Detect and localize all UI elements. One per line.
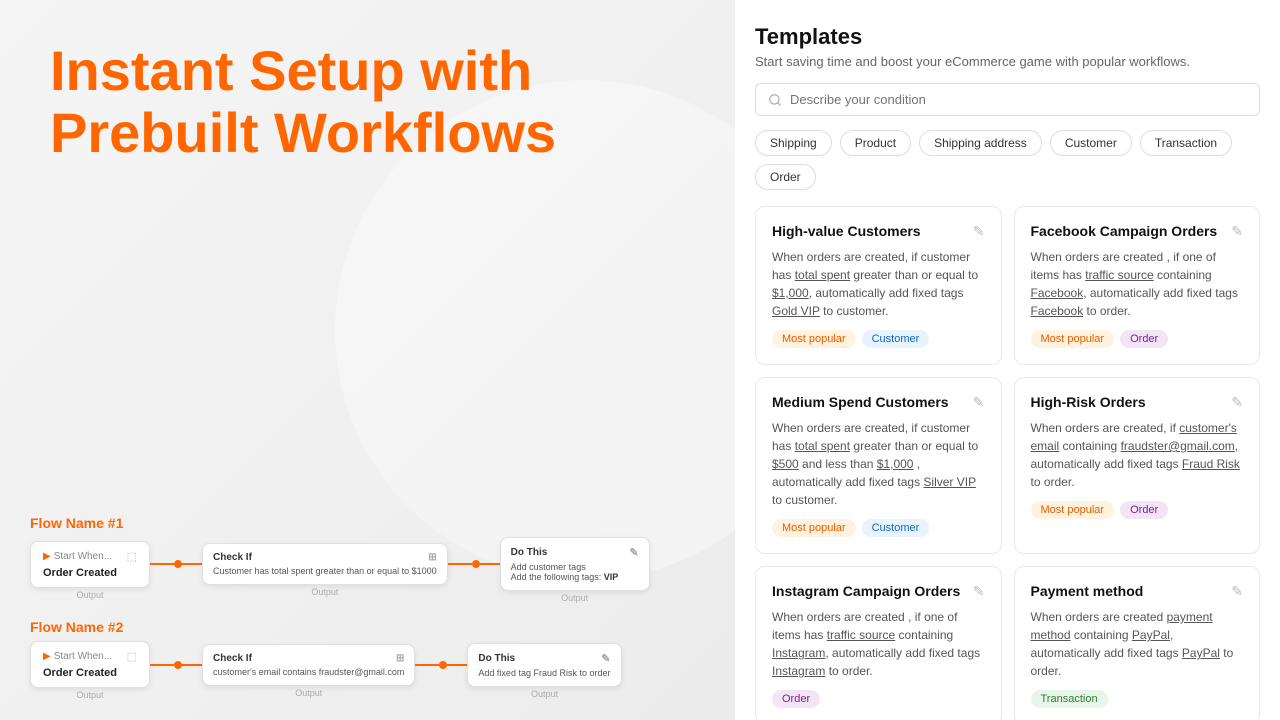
card-medium-spend-edit-icon[interactable]: ✎ xyxy=(973,394,985,411)
search-icon xyxy=(768,93,782,107)
flow-1-start-node: ▶Start When... ⬚ Order Created xyxy=(30,541,150,588)
templates-subtitle: Start saving time and boost your eCommer… xyxy=(755,54,1260,69)
card-payment-title: Payment method xyxy=(1031,583,1232,599)
headline: Instant Setup with Prebuilt Workflows xyxy=(50,40,630,163)
right-panel: Templates Start saving time and boost yo… xyxy=(735,0,1280,720)
tag-customer: Customer xyxy=(862,519,930,537)
card-facebook-desc: When orders are created , if one of item… xyxy=(1031,248,1244,320)
flow-1-diagram: ▶Start When... ⬚ Order Created Output xyxy=(30,537,715,603)
card-high-value-edit-icon[interactable]: ✎ xyxy=(973,223,985,240)
tag-most-popular: Most popular xyxy=(1031,501,1115,519)
card-medium-spend-tags: Most popular Customer xyxy=(772,519,985,537)
tag-transaction: Transaction xyxy=(1031,690,1108,708)
card-instagram-tags: Order xyxy=(772,690,985,708)
card-instagram-title: Instagram Campaign Orders xyxy=(772,583,973,599)
card-instagram-desc: When orders are created , if one of item… xyxy=(772,608,985,680)
card-facebook-tags: Most popular Order xyxy=(1031,330,1244,348)
flow-1-title: Flow Name #1 xyxy=(30,515,715,531)
card-facebook-edit-icon[interactable]: ✎ xyxy=(1231,223,1243,240)
filter-product[interactable]: Product xyxy=(840,130,911,156)
card-high-risk-desc: When orders are created, if customer's e… xyxy=(1031,419,1244,491)
flow-2-title: Flow Name #2 xyxy=(30,619,715,635)
tag-order: Order xyxy=(1120,501,1168,519)
card-instagram-edit-icon[interactable]: ✎ xyxy=(973,583,985,600)
card-high-risk-tags: Most popular Order xyxy=(1031,501,1244,519)
card-instagram-campaign: Instagram Campaign Orders ✎ When orders … xyxy=(755,566,1002,720)
search-bar[interactable] xyxy=(755,83,1260,116)
card-medium-spend: Medium Spend Customers ✎ When orders are… xyxy=(755,377,1002,554)
card-payment-tags: Transaction xyxy=(1031,690,1244,708)
card-high-risk: High-Risk Orders ✎ When orders are creat… xyxy=(1014,377,1261,554)
card-medium-spend-desc: When orders are created, if customer has… xyxy=(772,419,985,509)
flow-2-diagram: ▶Start When... ⬚ Order Created Output xyxy=(30,641,715,700)
card-payment-edit-icon[interactable]: ✎ xyxy=(1231,583,1243,600)
tag-most-popular: Most popular xyxy=(1031,330,1115,348)
card-high-value-desc: When orders are created, if customer has… xyxy=(772,248,985,320)
flow-1: Flow Name #1 ▶Start When... ⬚ Order Crea… xyxy=(30,515,715,603)
flow-1-do-node: Do This ✎ Add customer tags Add the foll… xyxy=(500,537,650,591)
card-high-value-title: High-value Customers xyxy=(772,223,973,239)
tag-order: Order xyxy=(1120,330,1168,348)
flow-1-check-node: Check If ⊞ Customer has total spent grea… xyxy=(202,543,448,585)
flow-2-start-node: ▶Start When... ⬚ Order Created xyxy=(30,641,150,688)
card-payment-method: Payment method ✎ When orders are created… xyxy=(1014,566,1261,720)
filter-transaction[interactable]: Transaction xyxy=(1140,130,1232,156)
tag-most-popular: Most popular xyxy=(772,519,856,537)
card-payment-desc: When orders are created payment method c… xyxy=(1031,608,1244,680)
search-input[interactable] xyxy=(790,92,1247,107)
flows-container: Flow Name #1 ▶Start When... ⬚ Order Crea… xyxy=(30,515,715,700)
flow-2: Flow Name #2 ▶Start When... ⬚ Order Crea… xyxy=(30,619,715,700)
cards-grid: High-value Customers ✎ When orders are c… xyxy=(755,206,1260,720)
card-facebook-title: Facebook Campaign Orders xyxy=(1031,223,1232,239)
filter-shipping-address[interactable]: Shipping address xyxy=(919,130,1042,156)
card-high-risk-edit-icon[interactable]: ✎ xyxy=(1231,394,1243,411)
tag-order: Order xyxy=(772,690,820,708)
left-panel: Instant Setup with Prebuilt Workflows Fl… xyxy=(0,0,735,720)
filter-order[interactable]: Order xyxy=(755,164,816,190)
tag-customer: Customer xyxy=(862,330,930,348)
templates-title: Templates xyxy=(755,24,1260,50)
flow-2-do-node: Do This ✎ Add fixed tag Fraud Risk to or… xyxy=(467,643,621,687)
card-high-risk-title: High-Risk Orders xyxy=(1031,394,1232,410)
filter-customer[interactable]: Customer xyxy=(1050,130,1132,156)
card-medium-spend-title: Medium Spend Customers xyxy=(772,394,973,410)
card-facebook-campaign: Facebook Campaign Orders ✎ When orders a… xyxy=(1014,206,1261,365)
card-high-value: High-value Customers ✎ When orders are c… xyxy=(755,206,1002,365)
card-high-value-tags: Most popular Customer xyxy=(772,330,985,348)
filter-tags: Shipping Product Shipping address Custom… xyxy=(755,130,1260,190)
tag-most-popular: Most popular xyxy=(772,330,856,348)
flow-2-check-node: Check If ⊞ customer's email contains fra… xyxy=(202,644,415,686)
filter-shipping[interactable]: Shipping xyxy=(755,130,832,156)
